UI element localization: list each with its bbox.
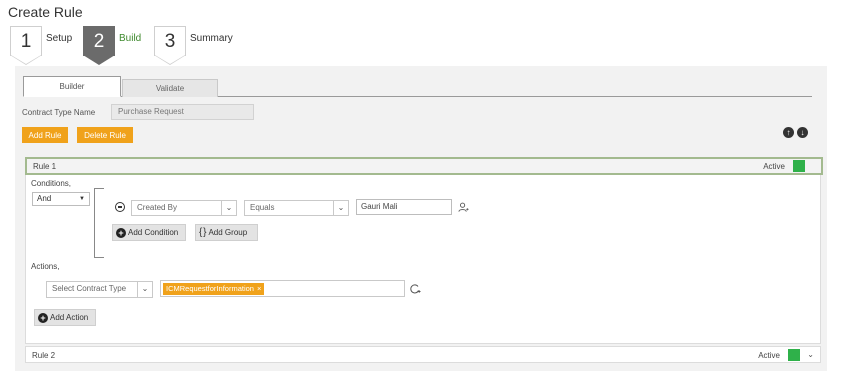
add-group-button[interactable]: { } Add Group [195,224,258,241]
contract-type-field: Purchase Request [111,104,254,120]
rule-2-header[interactable]: Rule 2 Active ⌄ [25,346,821,363]
step-label: Summary [190,33,233,44]
action-tag[interactable]: ICMRequestforInformation × [163,283,265,295]
chevron-down-icon: ⌄ [221,200,236,216]
logic-select[interactable]: And ▼ [32,192,90,206]
user-picker-icon[interactable] [458,202,469,213]
active-toggle[interactable] [793,160,805,172]
chevron-down-icon: ⌄ [137,281,152,297]
plus-circle-icon: + [116,227,126,238]
contract-type-select[interactable]: Select Contract Type ⌄ [46,281,153,298]
step-number: 3 [154,26,186,56]
tab-builder[interactable]: Builder [23,76,121,97]
action-tag-label: ICMRequestforInformation [166,284,254,293]
builder-panel: Builder Validate Contract Type Name Purc… [15,66,827,371]
caret-down-icon: ▼ [79,196,85,202]
arrow-down-circle-icon[interactable]: ↓ [797,127,808,138]
add-action-button[interactable]: + Add Action [34,309,96,326]
braces-icon: { } [199,227,207,238]
contract-type-label: Contract Type Name [22,108,96,117]
rule-title: Rule 2 [32,351,56,360]
rule-1-header[interactable]: Rule 1 Active [25,157,823,175]
tab-validate[interactable]: Validate [122,79,218,97]
remove-tag-icon[interactable]: × [257,284,261,293]
conditions-label: Conditions, [31,179,72,188]
condition-operator-value: Equals [250,203,275,212]
add-group-label: Add Group [208,228,248,237]
add-condition-label: Add Condition [128,228,179,237]
remove-condition-icon[interactable] [115,202,125,212]
condition-operator-select[interactable]: Equals ⌄ [244,200,349,216]
logic-select-value: And [37,194,52,203]
action-tag-field[interactable]: ICMRequestforInformation × [160,280,405,297]
step-number: 1 [10,26,42,56]
add-condition-button[interactable]: + Add Condition [112,224,186,241]
step-number: 2 [83,26,115,56]
step-label: Setup [46,33,73,44]
plus-circle-icon: + [38,312,48,323]
arrow-up-circle-icon[interactable]: ↑ [783,127,794,138]
chevron-down-icon[interactable]: ⌄ [807,350,814,359]
condition-field-select[interactable]: Created By ⌄ [131,200,237,216]
add-rule-button[interactable]: Add Rule [22,127,68,143]
step-label: Build [119,33,142,44]
condition-field-value: Created By [137,203,178,212]
page-title: Create Rule [8,4,83,20]
rule-status: Active [763,162,785,171]
condition-group-bracket [94,188,104,258]
contract-type-select-value: Select Contract Type [52,284,127,293]
delete-rule-button[interactable]: Delete Rule [77,127,133,143]
condition-value-input[interactable]: Gauri Mali [356,199,452,215]
active-toggle[interactable] [788,349,800,361]
add-action-target-icon[interactable] [409,283,421,295]
chevron-down-icon: ⌄ [333,200,348,216]
rule-title: Rule 1 [33,162,57,171]
rule-1-panel: Rule 1 Active Conditions, And ▼ Created … [25,157,823,344]
actions-label: Actions, [31,262,60,271]
add-action-label: Add Action [50,313,89,322]
rule-status: Active [758,351,780,360]
